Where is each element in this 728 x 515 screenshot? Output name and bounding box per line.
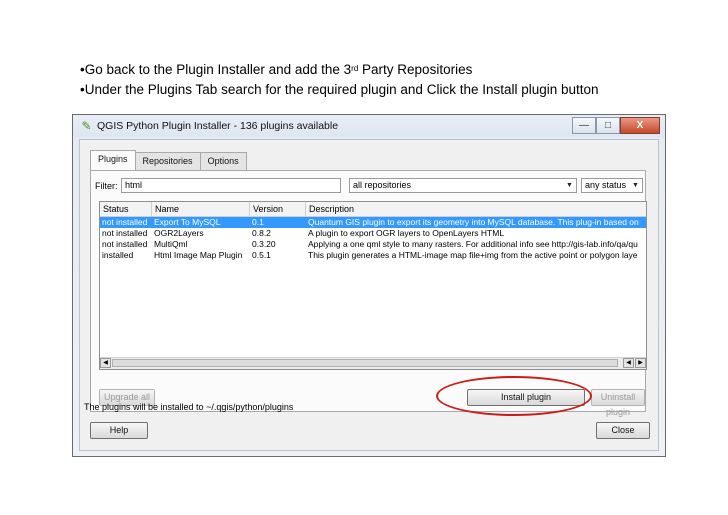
cell-name: OGR2Layers [154, 228, 204, 238]
cell-status: not installed [102, 239, 148, 249]
qgis-logo-icon: ✎ [81, 119, 92, 133]
table-row[interactable]: installed Html Image Map Plugin 0.5.1 Th… [100, 250, 646, 261]
maximize-button[interactable]: □ [596, 117, 620, 134]
close-window-button[interactable]: X [620, 117, 660, 134]
cell-name: MultiQml [154, 239, 188, 249]
scroll-left-icon[interactable]: ◀ [623, 358, 634, 368]
cell-description: This plugin generates a HTML-image map f… [308, 250, 638, 260]
cell-status: not installed [102, 217, 148, 227]
instructions: •Go back to the Plugin Installer and add… [80, 60, 599, 100]
cell-version: 0.8.2 [252, 228, 271, 238]
status-select[interactable]: any status ▼ [581, 178, 643, 193]
column-status[interactable]: Status [100, 202, 152, 216]
table-row[interactable]: not installed Export To MySQL 0.1 Quantu… [100, 217, 646, 228]
table-row[interactable]: not installed OGR2Layers 0.8.2 A plugin … [100, 228, 646, 239]
cell-status: installed [102, 250, 134, 260]
title-bar: ✎ QGIS Python Plugin Installer - 136 plu… [73, 115, 665, 139]
tab-options[interactable]: Options [199, 152, 247, 170]
plugins-panel: Filter: html all repositories ▼ any stat… [90, 170, 647, 417]
cell-description: A plugin to export OGR layers to OpenLay… [308, 228, 505, 238]
window-title: QGIS Python Plugin Installer - 136 plugi… [97, 120, 339, 132]
dropdown-arrow-icon: ▼ [566, 182, 573, 189]
table-row[interactable]: not installed MultiQml 0.3.20 Applying a… [100, 239, 646, 250]
minimize-button[interactable]: — [572, 117, 596, 134]
dropdown-arrow-icon: ▼ [632, 182, 639, 189]
help-button[interactable]: Help [90, 422, 148, 439]
repository-select-value: all repositories [353, 180, 412, 190]
cell-description: Quantum GIS plugin to export its geometr… [308, 217, 639, 227]
highlight-ellipse [436, 376, 592, 416]
column-description[interactable]: Description [306, 202, 646, 216]
scroll-left-icon[interactable]: ◀ [100, 358, 111, 368]
tab-plugins[interactable]: Plugins [90, 150, 136, 170]
column-name[interactable]: Name [152, 202, 250, 216]
cell-version: 0.3.20 [252, 239, 276, 249]
repository-select[interactable]: all repositories ▼ [349, 178, 577, 193]
uninstall-plugin-button[interactable]: Uninstall plugin [591, 389, 645, 417]
cell-name: Export To MySQL [154, 217, 221, 227]
cell-version: 0.1 [252, 217, 264, 227]
horizontal-scrollbar[interactable]: ◀ ◀ ▶ [100, 357, 646, 369]
scroll-right-icon[interactable]: ▶ [635, 358, 646, 368]
tab-bar: Plugins Repositories Options [90, 150, 247, 170]
plugins-table: Status Name Version Description not inst… [99, 201, 647, 370]
cell-name: Html Image Map Plugin [154, 250, 243, 260]
tab-repositories[interactable]: Repositories [134, 152, 201, 170]
close-button[interactable]: Close [596, 422, 650, 439]
column-version[interactable]: Version [250, 202, 306, 216]
cell-status: not installed [102, 228, 148, 238]
cell-version: 0.5.1 [252, 250, 271, 260]
filter-label: Filter: [95, 181, 118, 191]
cell-description: Applying a one qml style to many rasters… [308, 239, 638, 249]
scrollbar-thumb[interactable] [112, 359, 618, 367]
table-header: Status Name Version Description [100, 202, 646, 217]
status-select-value: any status [585, 180, 627, 190]
instruction-2: •Under the Plugins Tab search for the re… [80, 82, 599, 97]
filter-input[interactable]: html [121, 178, 341, 193]
instruction-1: •Go back to the Plugin Installer and add… [80, 62, 473, 77]
install-path-note: The plugins will be installed to ~/.qgis… [84, 402, 294, 412]
